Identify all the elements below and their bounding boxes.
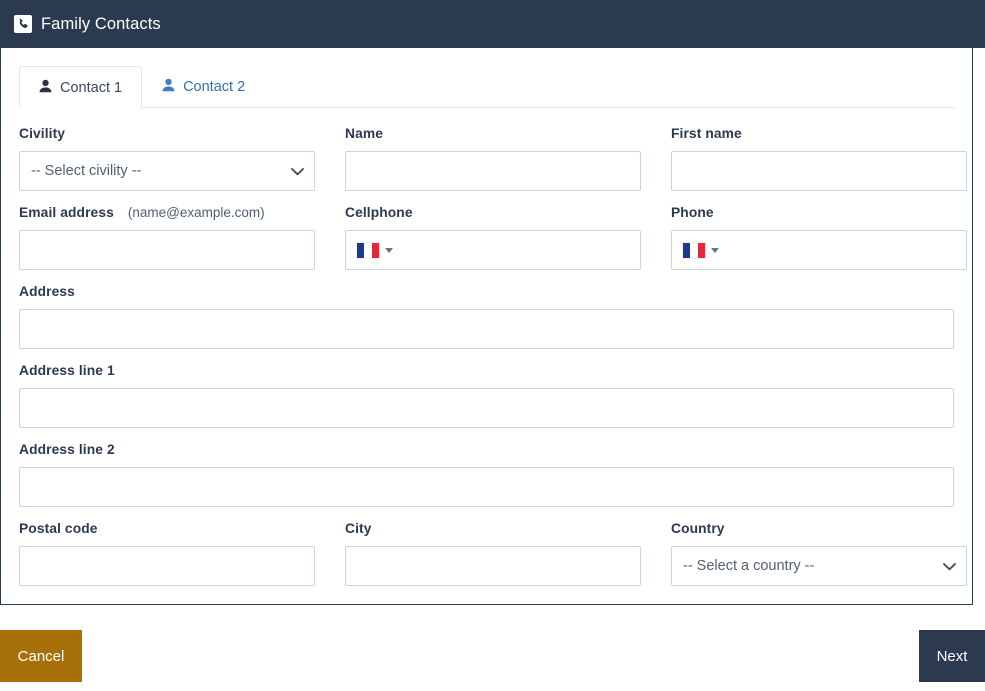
form-row-identity: Civility -- Select civility -- Name Firs… (19, 126, 967, 191)
label-line: Email address (name@example.com) (19, 205, 315, 222)
city-input[interactable] (345, 546, 641, 586)
label-line: Address line 1 (19, 363, 954, 380)
field-address: Address (19, 284, 954, 349)
field-cellphone: Cellphone (345, 205, 641, 270)
next-button[interactable]: Next (919, 630, 985, 682)
phone-label: Phone (671, 205, 714, 220)
tab-contact-1[interactable]: Contact 1 (19, 66, 143, 108)
address-line-1-label: Address line 1 (19, 363, 115, 378)
form-row-address-line-1: Address line 1 (19, 363, 954, 428)
country-select-wrap: -- Select a country -- (671, 546, 967, 586)
civility-label: Civility (19, 126, 66, 141)
cellphone-label: Cellphone (345, 205, 413, 220)
label-line: Country (671, 521, 967, 538)
postal-code-input[interactable] (19, 546, 315, 586)
label-line: Phone (671, 205, 967, 222)
caret-down-icon (385, 247, 393, 253)
user-icon (39, 79, 52, 97)
field-civility: Civility -- Select civility -- (19, 126, 315, 191)
label-line: Cellphone (345, 205, 641, 222)
field-email: Email address (name@example.com) (19, 205, 315, 270)
city-label: City (345, 521, 372, 536)
phone-input[interactable] (727, 231, 966, 269)
field-address-line-1: Address line 1 (19, 363, 954, 428)
contacts-panel: Contact 1 Contact 2 Civility -- Select c… (0, 48, 973, 605)
email-hint: (name@example.com) (127, 205, 265, 220)
form-row-contact: Email address (name@example.com) Cellpho… (19, 205, 967, 270)
first-name-input[interactable] (671, 151, 967, 191)
field-postal-code: Postal code (19, 521, 315, 586)
address-line-1-input[interactable] (19, 388, 954, 428)
tabstrip: Contact 1 Contact 2 (19, 65, 954, 108)
label-line: Postal code (19, 521, 315, 538)
form-row-address: Address (19, 284, 954, 349)
phone-icon (14, 15, 32, 33)
phone-input-group (671, 230, 967, 270)
civility-select[interactable]: -- Select civility -- (19, 151, 315, 191)
tab-contact-2[interactable]: Contact 2 (142, 65, 265, 107)
field-address-line-2: Address line 2 (19, 442, 954, 507)
form-row-locality: Postal code City Country -- Select a cou… (19, 521, 967, 586)
cellphone-input-group (345, 230, 641, 270)
name-input[interactable] (345, 151, 641, 191)
cellphone-country-selector[interactable] (346, 231, 401, 269)
user-icon (162, 78, 175, 96)
titlebar: Family Contacts (0, 0, 985, 48)
contact-form: Civility -- Select civility -- Name Firs… (1, 108, 972, 586)
label-line: City (345, 521, 641, 538)
label-line: Civility (19, 126, 315, 143)
country-select[interactable]: -- Select a country -- (671, 546, 967, 586)
footer-actions: Cancel Next (0, 630, 985, 682)
caret-down-icon (711, 247, 719, 253)
label-line: Name (345, 126, 641, 143)
field-country: Country -- Select a country -- (671, 521, 967, 586)
first-name-label: First name (671, 126, 742, 141)
france-flag-icon (683, 242, 705, 258)
civility-select-wrap: -- Select civility -- (19, 151, 315, 191)
field-city: City (345, 521, 641, 586)
cancel-button[interactable]: Cancel (0, 630, 82, 682)
label-line: Address line 2 (19, 442, 954, 459)
email-label: Email address (19, 205, 114, 220)
field-phone: Phone (671, 205, 967, 270)
postal-code-label: Postal code (19, 521, 98, 536)
address-label: Address (19, 284, 75, 299)
france-flag-icon (357, 242, 379, 258)
address-line-2-input[interactable] (19, 467, 954, 507)
family-contacts-app: Family Contacts Contact 1 Contact 2 Civi… (0, 0, 985, 691)
cellphone-input[interactable] (401, 231, 640, 269)
label-line: First name (671, 126, 967, 143)
field-first-name: First name (671, 126, 967, 191)
name-label: Name (345, 126, 383, 141)
country-label: Country (671, 521, 725, 536)
page-title: Family Contacts (41, 14, 161, 33)
label-line: Address (19, 284, 954, 301)
phone-country-selector[interactable] (672, 231, 727, 269)
tab-contact-1-label: Contact 1 (60, 79, 123, 96)
email-input[interactable] (19, 230, 315, 270)
field-name: Name (345, 126, 641, 191)
tab-contact-2-label: Contact 2 (183, 78, 246, 95)
address-input[interactable] (19, 309, 954, 349)
address-line-2-label: Address line 2 (19, 442, 115, 457)
form-row-address-line-2: Address line 2 (19, 442, 954, 507)
